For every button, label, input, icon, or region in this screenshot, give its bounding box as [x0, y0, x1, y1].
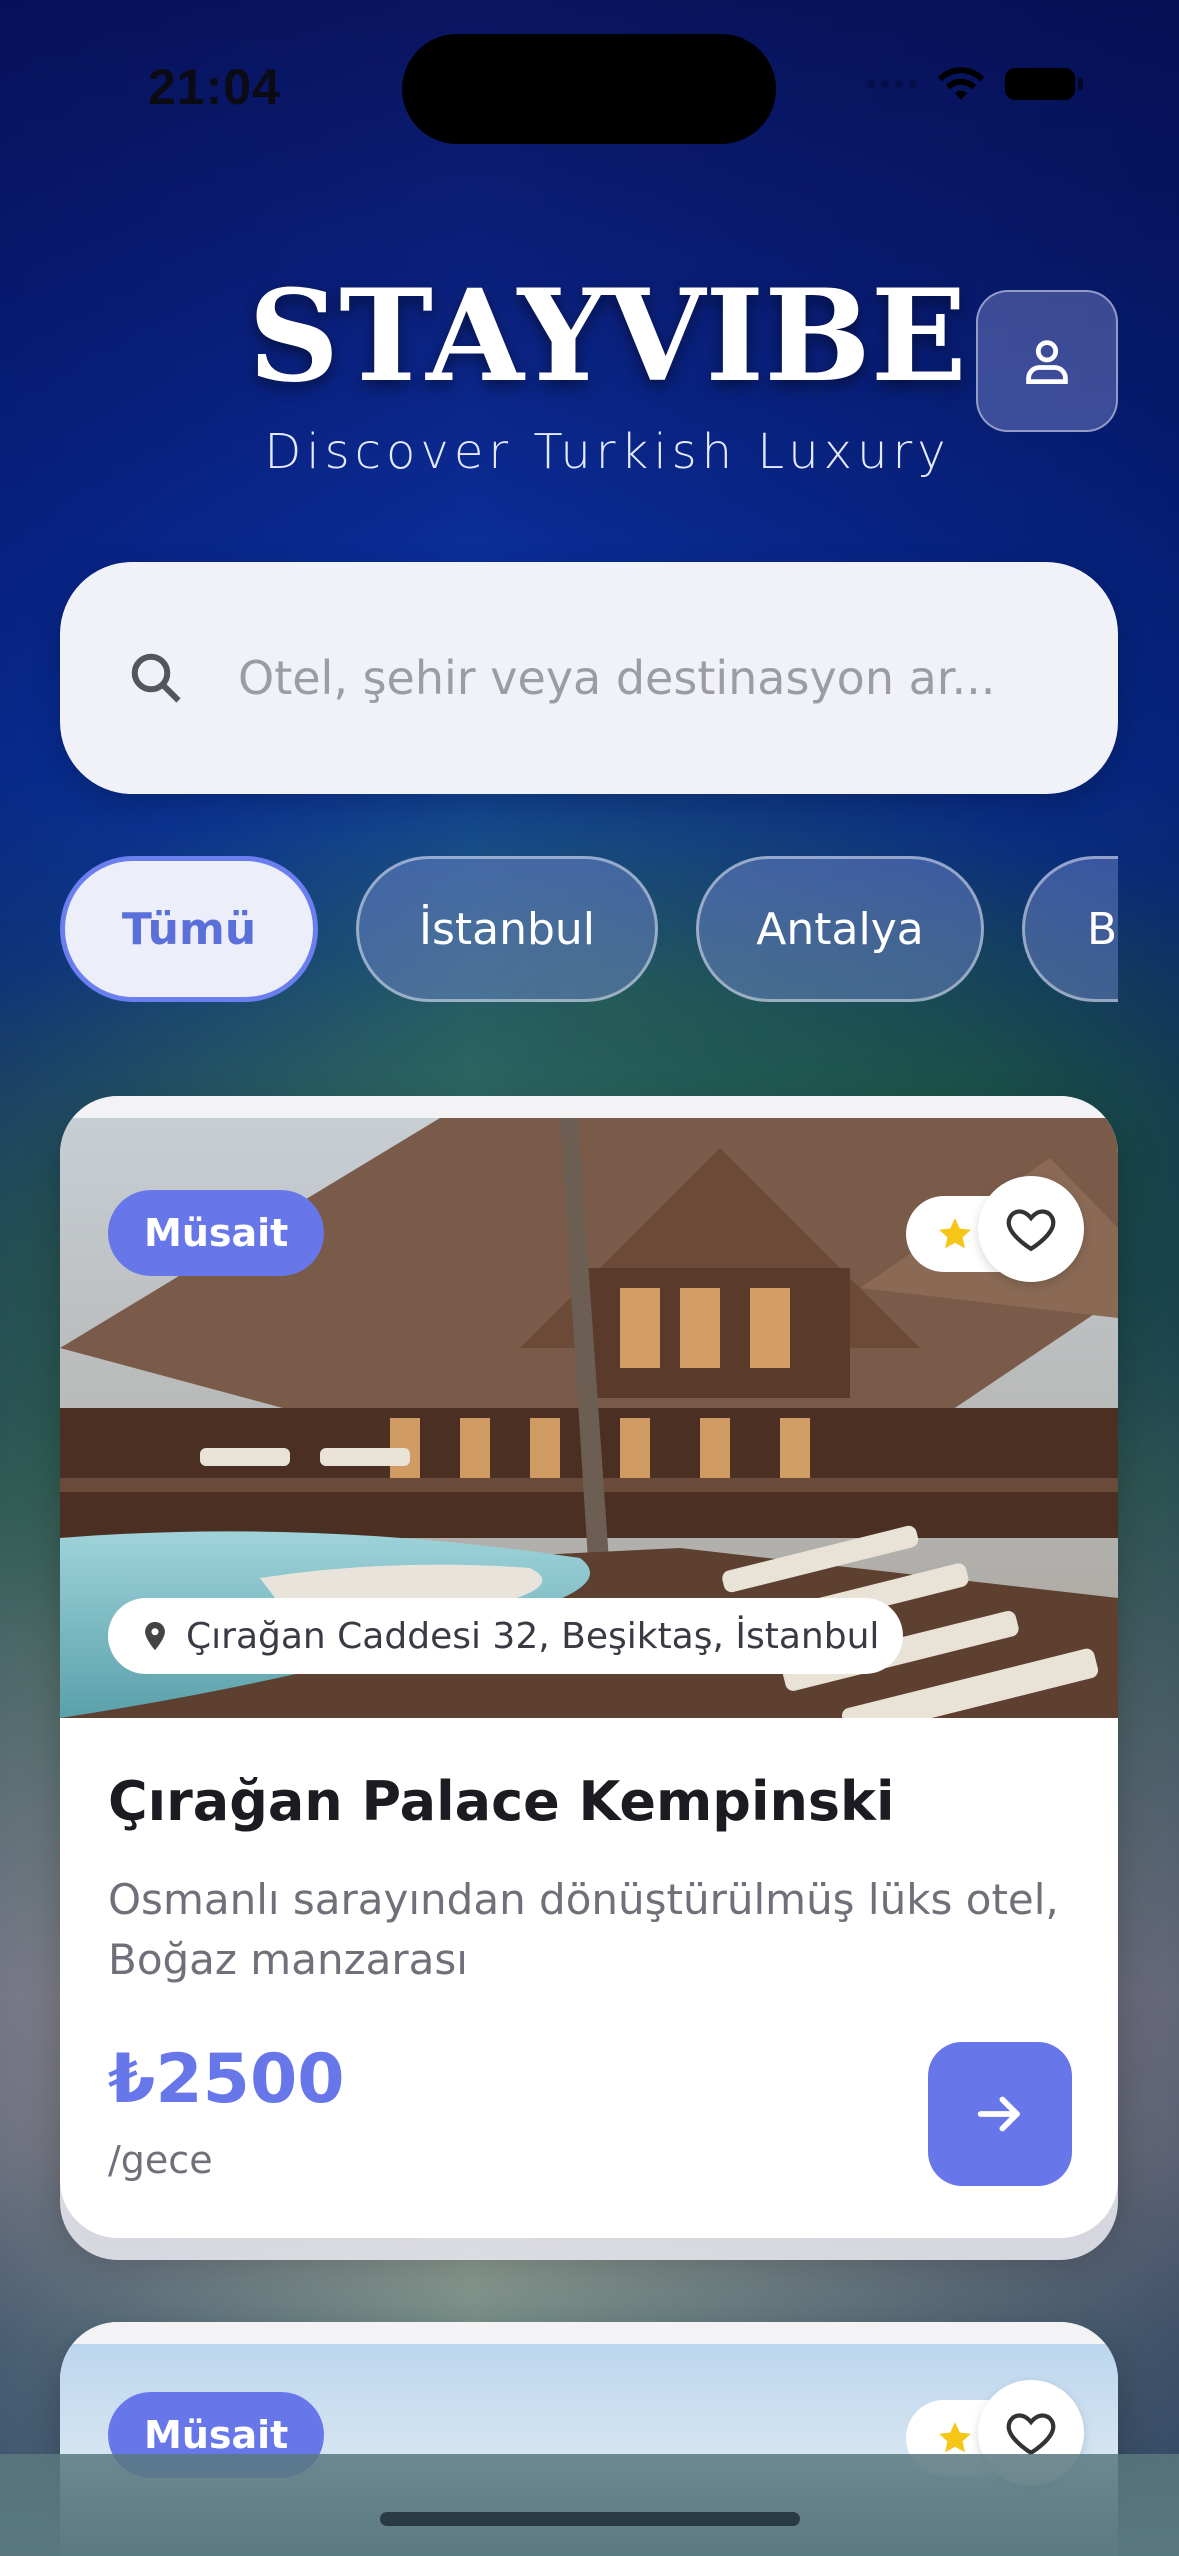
hotel-card[interactable]: Müsait 4. Çırağan Caddesi 32, Beşiktaş, …: [60, 1096, 1118, 2238]
signal-icon: [867, 80, 917, 88]
arrow-right-icon: [977, 2096, 1020, 2132]
status-time: 21:04: [148, 59, 281, 115]
chip-istanbul[interactable]: İstanbul: [356, 856, 658, 1002]
address-pill: Çırağan Caddesi 32, Beşiktaş, İstanbul: [108, 1598, 904, 1674]
heart-icon: [1006, 2413, 1056, 2456]
home-indicator[interactable]: [380, 2512, 800, 2526]
hotel-photo: Müsait 4. Çırağan Caddesi 32, Beşiktaş, …: [60, 1118, 1118, 1718]
profile-button[interactable]: [976, 290, 1118, 432]
chip-all[interactable]: Tümü: [60, 856, 318, 1002]
brand-tagline: Discover Turkish Luxury: [264, 424, 951, 480]
price-unit: /gece: [108, 2138, 213, 2182]
bottom-fade: [0, 2454, 1179, 2556]
chip-more[interactable]: B: [1022, 856, 1118, 1002]
search-icon: [131, 653, 181, 703]
hotel-title: Çırağan Palace Kempinski: [108, 1770, 895, 1833]
star-icon: [939, 1218, 971, 1249]
details-button[interactable]: [928, 2042, 1072, 2186]
status-icons: [867, 66, 1083, 102]
wifi-icon: [938, 67, 984, 100]
battery-icon: [1005, 68, 1083, 100]
chip-antalya[interactable]: Antalya: [696, 856, 984, 1002]
dynamic-island: [402, 34, 776, 144]
filter-chips: Tümü İstanbul Antalya B: [60, 854, 1118, 1004]
address-text: Çırağan Caddesi 32, Beşiktaş, İstanbul: [186, 1615, 880, 1657]
hotel-price: ₺2500: [108, 2040, 345, 2119]
availability-badge: Müsait: [108, 1190, 325, 1276]
search-bar[interactable]: [60, 562, 1118, 794]
favorite-button[interactable]: [978, 1176, 1084, 1282]
location-pin-icon: [145, 1621, 165, 1651]
hotel-description: Osmanlı sarayından dönüştürülmüş lüks ot…: [108, 1875, 1059, 1984]
heart-icon: [1006, 1209, 1056, 1252]
star-icon: [939, 2422, 971, 2453]
person-icon: [1026, 340, 1068, 384]
search-input[interactable]: [238, 651, 1058, 705]
